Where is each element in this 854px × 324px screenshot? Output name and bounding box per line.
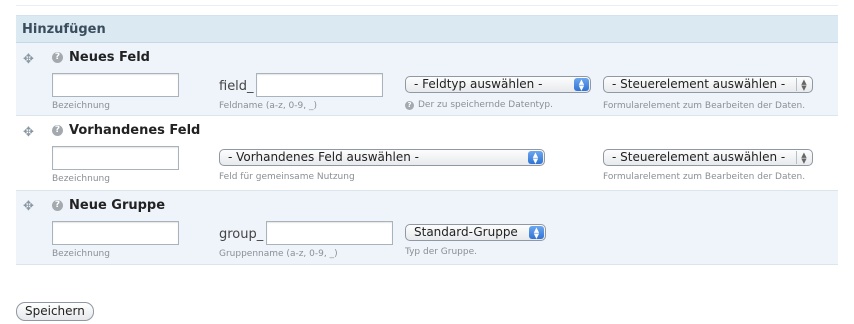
existing-field-title-text: Vorhandenes Feld (69, 123, 201, 138)
save-button[interactable]: Speichern (16, 302, 94, 321)
existing-field-title: ? Vorhandenes Feld (52, 123, 200, 138)
add-panel: Hinzufügen ✥ ? Neues Feld Bezeichnung fi… (16, 15, 838, 265)
widget-desc: Formularelement zum Bearbeiten der Daten… (603, 101, 806, 111)
help-icon: ? (52, 125, 63, 136)
new-group-name-input[interactable] (266, 221, 393, 245)
existing-widget-select-label: - Steuerelement auswählen - (612, 150, 786, 164)
new-group-title-text: Neue Gruppe (69, 198, 166, 213)
new-field-name-input[interactable] (256, 73, 383, 97)
new-group-name-desc: Gruppenname (a-z, 0-9, _) (219, 249, 338, 259)
panel-title: Hinzufügen (16, 16, 838, 43)
widget-select-label: - Steuerelement auswählen - (612, 77, 786, 91)
select-arrows-icon: ▲ ▼ (796, 151, 811, 165)
group-type-select-label: Standard-Gruppe (414, 225, 518, 239)
group-prefix: group_ (219, 227, 264, 242)
new-group-label-desc: Bezeichnung (52, 249, 110, 259)
new-field-title-text: Neues Feld (69, 50, 150, 65)
select-arrows-icon: ▲ ▼ (528, 151, 543, 165)
help-icon: ? (52, 200, 63, 211)
new-field-label-input[interactable] (52, 73, 179, 97)
drag-handle-icon[interactable]: ✥ (23, 126, 34, 139)
new-field-label-desc: Bezeichnung (52, 101, 110, 111)
existing-widget-desc: Formularelement zum Bearbeiten der Daten… (603, 172, 806, 182)
select-arrows-icon: ▲ ▼ (529, 226, 544, 240)
row-new-group: ✥ ? Neue Gruppe Bezeichnung group_ Grupp… (16, 191, 838, 265)
widget-select[interactable]: - Steuerelement auswählen - ▲ ▼ (603, 76, 813, 93)
help-icon: ? (405, 100, 414, 110)
field-type-select-label: - Feldtyp auswählen - (414, 77, 543, 91)
top-strip (16, 0, 838, 6)
row-existing-field: ✥ ? Vorhandenes Feld Bezeichnung - Vorha… (16, 116, 838, 191)
help-icon: ? (52, 52, 63, 63)
field-prefix: field_ (219, 79, 254, 94)
existing-field-select[interactable]: - Vorhandenes Feld auswählen - ▲ ▼ (219, 149, 545, 166)
new-field-name-desc: Feldname (a-z, 0-9, _) (219, 101, 317, 111)
existing-widget-select[interactable]: - Steuerelement auswählen - ▲ ▼ (603, 149, 813, 166)
existing-field-desc: Feld für gemeinsame Nutzung (219, 172, 355, 182)
select-arrows-icon: ▲ ▼ (574, 78, 589, 92)
row-new-field: ✥ ? Neues Feld Bezeichnung field_ Feldna… (16, 43, 838, 116)
new-group-title: ? Neue Gruppe (52, 198, 165, 213)
select-arrows-icon: ▲ ▼ (796, 78, 811, 92)
drag-handle-icon[interactable]: ✥ (23, 53, 34, 66)
new-group-label-input[interactable] (52, 221, 179, 245)
existing-field-label-input[interactable] (52, 146, 179, 170)
group-type-desc: Typ der Gruppe. (405, 247, 478, 257)
field-type-select[interactable]: - Feldtyp auswählen - ▲ ▼ (405, 76, 591, 93)
new-field-title: ? Neues Feld (52, 50, 150, 65)
group-type-select[interactable]: Standard-Gruppe ▲ ▼ (405, 224, 546, 241)
field-type-desc-text: Der zu speichernde Datentyp. (418, 100, 553, 110)
field-type-desc: ? Der zu speichernde Datentyp. (405, 100, 553, 110)
existing-field-select-label: - Vorhandenes Feld auswählen - (228, 150, 419, 164)
existing-field-label-desc: Bezeichnung (52, 174, 110, 184)
drag-handle-icon[interactable]: ✥ (23, 200, 34, 213)
